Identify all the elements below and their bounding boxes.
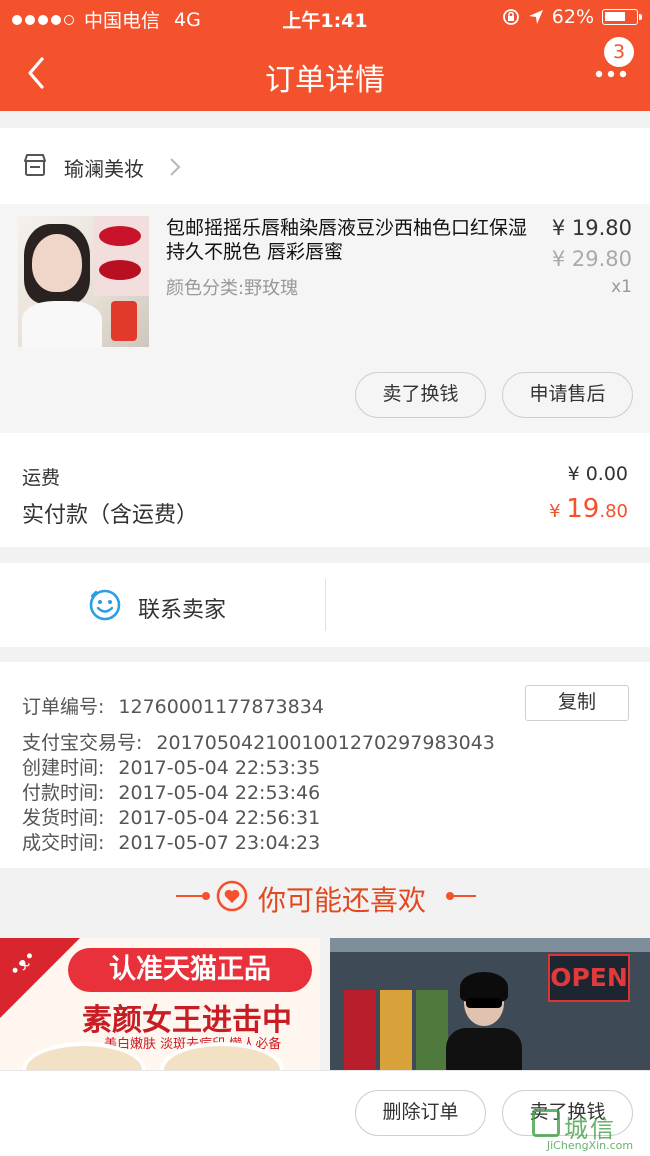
- divider: [325, 579, 326, 631]
- paid-currency: ¥: [549, 501, 561, 522]
- product-title[interactable]: 包邮摇摇乐唇釉染唇液豆沙西柚色口红保湿 持久不脱色 唇彩唇蜜: [166, 216, 536, 264]
- decor-line-right: [446, 895, 476, 897]
- sell-for-cash-button[interactable]: 卖了换钱: [355, 372, 486, 418]
- fee-summary: 运费 ¥ 0.00 实付款（含运费） ¥ 19.80: [0, 433, 650, 547]
- shop-name: 瑜澜美妆: [64, 157, 144, 181]
- paid-dec: .80: [599, 501, 628, 522]
- info-row-order-no: 订单编号: 12760001177873834: [22, 696, 324, 718]
- recommend-card-2[interactable]: OPEN: [330, 938, 650, 1070]
- shop-row[interactable]: 瑜澜美妆: [0, 128, 650, 204]
- contact-row: 联系卖家: [0, 563, 650, 647]
- bottom-action-bar: 删除订单 卖了换钱 城信 JiChengXin.com: [0, 1070, 650, 1156]
- after-sale-button[interactable]: 申请售后: [502, 372, 633, 418]
- info-row-shipped: 发货时间: 2017-05-04 22:56:31: [22, 807, 321, 829]
- watermark: 城信 JiChengXin.com: [532, 1109, 648, 1156]
- delete-order-button[interactable]: 删除订单: [355, 1090, 486, 1136]
- shipping-label: 运费: [22, 467, 61, 489]
- orientation-lock-icon: [502, 9, 519, 25]
- battery-percent: 62%: [551, 6, 594, 28]
- open-sign: OPEN: [548, 954, 630, 1002]
- smile-chat-icon[interactable]: [88, 588, 122, 622]
- shop-icon: [24, 154, 46, 176]
- header: 中国电信 4G 上午1:41 62% 订单详情 3: [0, 0, 650, 111]
- paid-int: 19: [566, 494, 600, 524]
- poster-image: [344, 990, 376, 1070]
- product-image[interactable]: [18, 216, 149, 347]
- status-right: 62%: [502, 6, 642, 28]
- status-bar: 中国电信 4G 上午1:41 62%: [0, 0, 650, 36]
- storefront-image: [330, 938, 650, 952]
- info-row-alipay-no: 支付宝交易号: 2017050421001001270297983043: [22, 732, 495, 754]
- location-arrow-icon: [528, 10, 543, 24]
- battery-icon: [602, 9, 642, 25]
- product-original-price: ¥ 29.80: [551, 247, 632, 271]
- tmall-corner: [0, 938, 80, 1018]
- order-info: 订单编号: 12760001177873834 复制 支付宝交易号: 2017050…: [0, 662, 650, 868]
- info-row-paid: 付款时间: 2017-05-04 22:53:46: [22, 782, 321, 804]
- recommend-title: 你可能还喜欢: [258, 884, 427, 917]
- notification-badge: 3: [604, 37, 634, 67]
- recommend-header: 你可能还喜欢: [0, 868, 650, 938]
- more-icon[interactable]: [594, 64, 628, 84]
- product-price: ¥ 19.80: [551, 216, 632, 240]
- info-row-created: 创建时间: 2017-05-04 22:53:35: [22, 757, 321, 779]
- decor-dot-left: [202, 892, 210, 900]
- heart-icon: [216, 880, 248, 912]
- poster-image: [380, 990, 412, 1070]
- chevron-right-icon: [170, 158, 181, 176]
- product-quantity: x1: [611, 277, 632, 297]
- recommend-card-1[interactable]: •ᴥ• 认准天猫正品 素颜女王进击中 美白嫩肤 淡斑去痘印 懒人必备: [0, 938, 320, 1070]
- info-row-completed: 成交时间: 2017-05-07 23:04:23: [22, 832, 321, 854]
- paid-amount: ¥ 19.80: [549, 494, 628, 524]
- poster-image: [416, 990, 448, 1070]
- page-title: 订单详情: [265, 63, 385, 98]
- copy-button[interactable]: 复制: [525, 685, 629, 721]
- person-image: [446, 972, 522, 1070]
- shipping-value: ¥ 0.00: [567, 463, 628, 485]
- contact-seller-button[interactable]: 联系卖家: [138, 592, 226, 624]
- paid-label: 实付款（含运费）: [22, 503, 199, 528]
- order-item[interactable]: 包邮摇摇乐唇釉染唇液豆沙西柚色口红保湿 持久不脱色 唇彩唇蜜 颜色分类:野玫瑰 …: [0, 204, 650, 433]
- watermark-url: JiChengXin.com: [546, 1139, 634, 1152]
- product-sku: 颜色分类:野玫瑰: [166, 278, 299, 299]
- watermark-logo-icon: [532, 1109, 560, 1137]
- promo-banner: 认准天猫正品: [68, 948, 312, 992]
